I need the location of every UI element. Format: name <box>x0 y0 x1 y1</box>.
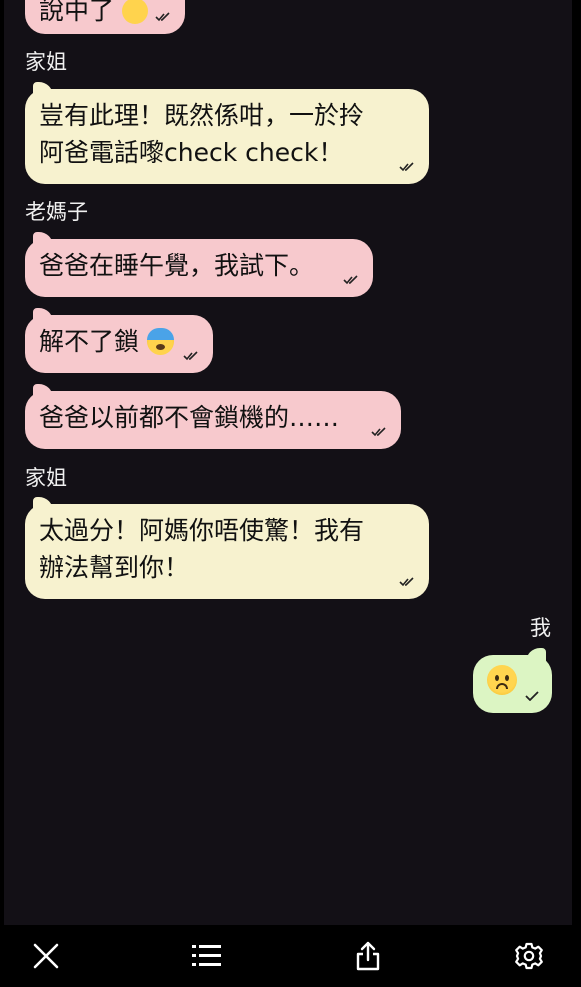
frowning-face-emoji <box>487 665 517 695</box>
message-bubble[interactable]: 爸爸在睡午覺，我試下。 <box>25 232 373 297</box>
message-text: 說中了 <box>39 0 115 25</box>
bubble-tail <box>33 384 53 400</box>
message-text-line: 阿爸電話嚟check check！ <box>39 138 344 167</box>
list-icon[interactable] <box>190 939 224 973</box>
message-bubble[interactable]: 太過分！阿媽你唔使驚！我有 辦法幫到你！ <box>25 497 429 599</box>
message-bubble[interactable]: 豈有此理！既然係咁，一於拎 阿爸電話嚟check check！ <box>25 82 429 184</box>
read-ticks-icon <box>343 275 358 285</box>
message-bubble[interactable]: 解不了鎖 <box>25 308 213 373</box>
read-ticks-icon <box>155 12 170 22</box>
message-text-line: 辦法幫到你！ <box>39 553 190 582</box>
bubble-tail <box>33 497 53 513</box>
bubble-tail <box>33 308 53 324</box>
message-text: 爸爸在睡午覺，我試下。 <box>39 251 315 280</box>
sender-name-self: 我 <box>530 616 551 640</box>
gear-icon[interactable] <box>512 939 546 973</box>
anxious-face-with-sweat-emoji <box>146 328 174 355</box>
read-tick-icon <box>525 691 539 701</box>
message-text-line: 太過分！阿媽你唔使驚！我有 <box>39 516 365 545</box>
sender-name: 家姐 <box>25 50 67 74</box>
loudly-crying-face-emoji <box>121 0 148 24</box>
share-icon[interactable] <box>351 939 385 973</box>
read-ticks-icon <box>183 351 198 361</box>
close-icon[interactable] <box>29 939 63 973</box>
message-text: 解不了鎖 <box>39 327 140 356</box>
message-bubble-self[interactable] <box>473 648 552 713</box>
message-text-line: 豈有此理！既然係咁，一於拎 <box>39 101 365 130</box>
sender-name: 家姐 <box>25 466 67 490</box>
message-text: 爸爸以前都不會鎖機的…… <box>39 403 340 432</box>
read-ticks-icon <box>399 162 414 172</box>
bubble-tail <box>33 82 53 98</box>
bubble-tail <box>526 648 546 664</box>
chat-area[interactable]: 說中了 家姐 豈有此理！既然係咁，一於拎 阿爸電話嚟check check！ 老… <box>4 0 572 925</box>
read-ticks-icon <box>399 577 414 587</box>
message-bubble[interactable]: 爸爸以前都不會鎖機的…… <box>25 384 401 449</box>
bubble-tail <box>33 232 53 248</box>
bottom-toolbar <box>0 925 581 987</box>
read-ticks-icon <box>371 427 386 437</box>
sender-name: 老媽子 <box>25 200 88 224</box>
message-bubble[interactable]: 說中了 <box>25 0 185 34</box>
